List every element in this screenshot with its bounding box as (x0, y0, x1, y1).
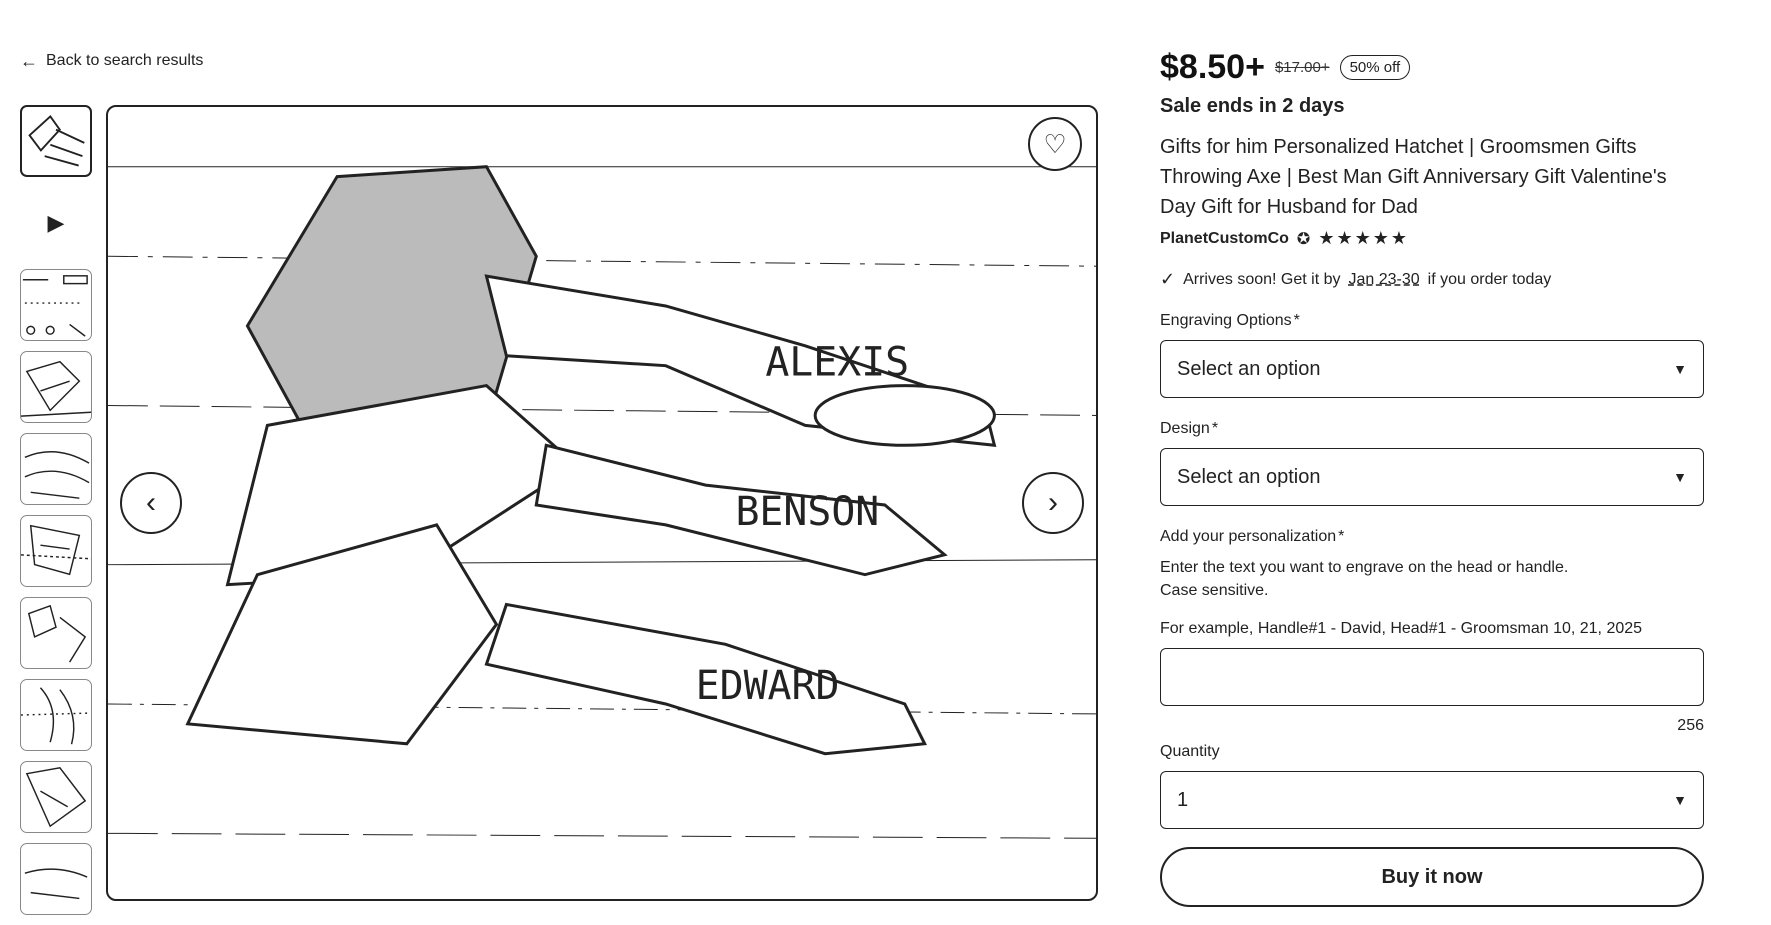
thumbnail-strip: ▶ (20, 105, 96, 925)
quantity-select[interactable]: 1 ▼ (1160, 771, 1704, 829)
personalization-example: For example, Handle#1 - David, Head#1 - … (1160, 620, 1643, 637)
thumbnail-image[interactable] (20, 433, 92, 505)
play-icon: ▶ (47, 210, 65, 235)
chevron-left-icon: ‹ (146, 486, 156, 519)
main-product-image: ALEXIS BENSON EDWARD ♡ ‹ › (106, 105, 1098, 901)
chevron-right-icon: › (1048, 486, 1058, 519)
engraving-label-text: Engraving Options (1160, 312, 1292, 329)
personalization-label-text: Add your personalization (1160, 528, 1337, 545)
thumbnail-image[interactable] (20, 597, 92, 669)
shop-row: PlanetCustomCo ✪ ★★★★★ (1160, 228, 1704, 249)
price: $8.50+ (1160, 48, 1265, 86)
design-select-value: Select an option (1177, 465, 1321, 488)
thumbnail-image[interactable] (20, 515, 92, 587)
svg-text:ALEXIS: ALEXIS (765, 340, 909, 386)
listing-panel: $8.50+ $17.00+ 50% off Sale ends in 2 da… (1160, 48, 1704, 907)
required-marker: * (1293, 312, 1300, 329)
star-seller-icon: ✪ (1296, 230, 1311, 248)
personalization-help-line1: Enter the text you want to engrave on th… (1160, 559, 1569, 576)
delivery-suffix: if you order today (1427, 270, 1552, 288)
required-marker: * (1338, 528, 1345, 545)
personalization-help-line2: Case sensitive. (1160, 582, 1269, 599)
svg-text:BENSON: BENSON (735, 489, 879, 535)
engraving-select[interactable]: Select an option ▼ (1160, 340, 1704, 398)
required-marker: * (1211, 420, 1219, 437)
delivery-date[interactable]: Jan 23-30 (1348, 271, 1419, 289)
listing-title: Gifts for him Personalized Hatchet | Gro… (1160, 136, 1667, 218)
thumbnail-image[interactable] (20, 761, 92, 833)
delivery-estimate: ✓ Arrives soon! Get it by Jan 23-30 if y… (1160, 269, 1704, 290)
original-price: $17.00+ (1274, 59, 1330, 76)
personalization-textarea[interactable] (1160, 648, 1704, 706)
char-count: 256 (1677, 717, 1704, 734)
buy-now-label: Buy it now (1381, 865, 1483, 888)
personalization-label: Add your personalization * (1160, 528, 1704, 546)
design-label: Design * (1160, 420, 1704, 438)
quantity-select-value: 1 (1177, 788, 1189, 811)
quantity-label: Quantity (1160, 743, 1220, 760)
rating-stars[interactable]: ★★★★★ (1318, 228, 1409, 249)
arrow-left-icon: ← (20, 51, 38, 71)
previous-image-button[interactable]: ‹ (120, 472, 182, 534)
back-link-label: Back to search results (46, 52, 204, 69)
discount-badge: 50% off (1339, 55, 1411, 80)
next-image-button[interactable]: › (1022, 472, 1084, 534)
shop-name-link[interactable]: PlanetCustomCo (1160, 230, 1289, 248)
heart-icon: ♡ (1043, 128, 1067, 159)
product-photo: ALEXIS BENSON EDWARD (108, 165, 1096, 839)
caret-down-icon: ▼ (1673, 792, 1687, 808)
price-row: $8.50+ $17.00+ 50% off (1160, 48, 1704, 87)
thumbnail-image[interactable] (20, 105, 92, 177)
thumbnail-image[interactable] (20, 269, 92, 341)
delivery-prefix: Arrives soon! Get it by (1183, 270, 1341, 288)
check-icon: ✓ (1160, 269, 1176, 289)
favorite-button[interactable]: ♡ (1028, 117, 1082, 171)
thumbnail-image[interactable] (20, 351, 92, 423)
engraving-label: Engraving Options * (1160, 312, 1704, 330)
back-to-search-link[interactable]: ← Back to search results (20, 52, 203, 70)
design-label-text: Design (1160, 420, 1210, 437)
sale-ends-text: Sale ends in 2 days (1160, 95, 1345, 117)
caret-down-icon: ▼ (1673, 469, 1687, 485)
personalization-help: Enter the text you want to engrave on th… (1160, 556, 1704, 602)
caret-down-icon: ▼ (1673, 361, 1687, 377)
thumbnail-image[interactable] (20, 679, 92, 751)
thumbnail-image[interactable] (20, 843, 92, 915)
thumbnail-video[interactable]: ▶ (20, 187, 92, 259)
buy-now-button[interactable]: Buy it now (1160, 847, 1704, 907)
svg-text:EDWARD: EDWARD (696, 663, 840, 709)
engraving-select-value: Select an option (1177, 357, 1321, 380)
design-select[interactable]: Select an option ▼ (1160, 448, 1704, 506)
